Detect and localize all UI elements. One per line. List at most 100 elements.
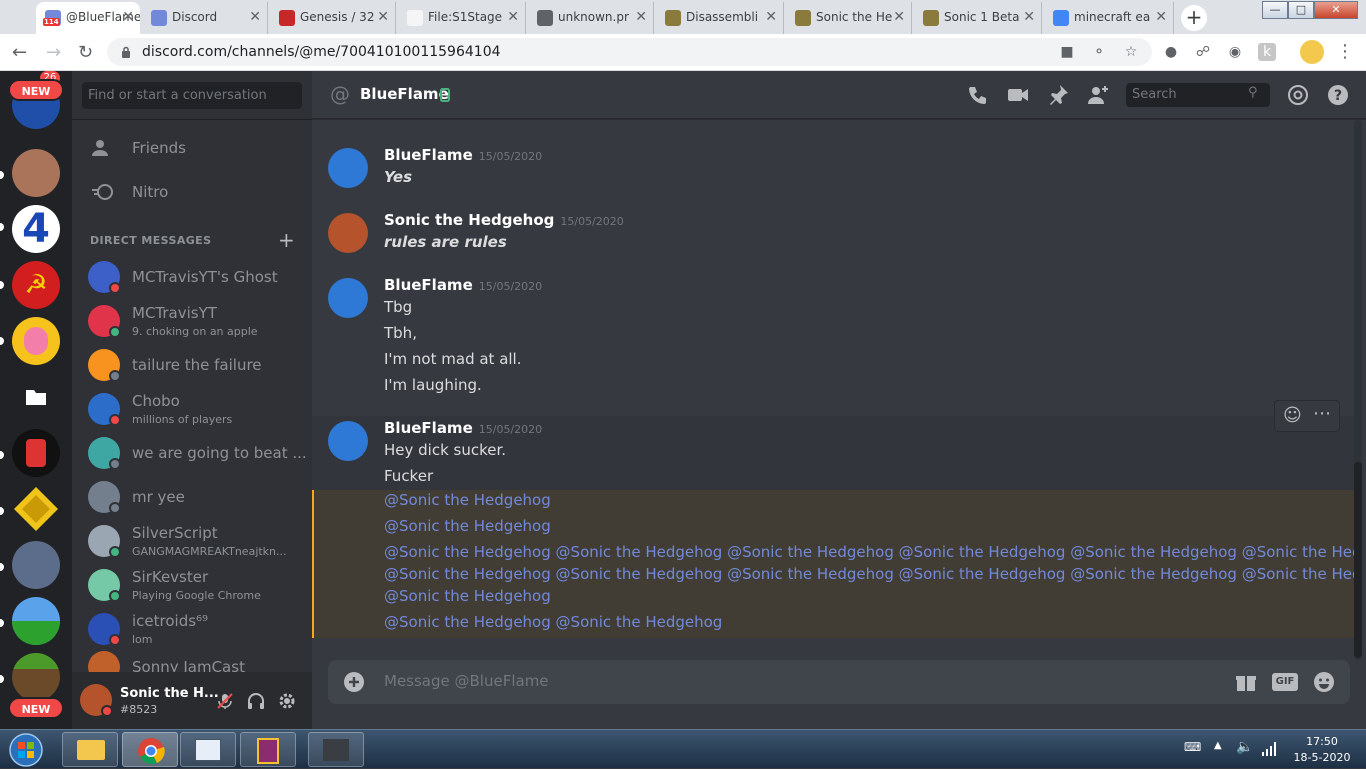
message-author[interactable]: BlueFlame 15/05/2020 [384,276,542,294]
tab-close-icon[interactable]: ✕ [765,2,777,32]
user-mention-link[interactable]: @Sonic the Hedgehog [727,543,894,561]
user-mention-link[interactable]: @Sonic the Hedgehog [556,565,723,583]
message-author[interactable]: BlueFlame 15/05/2020 [384,146,542,164]
dm-item[interactable]: MCTravisYT's Ghost [80,255,304,299]
gear-icon[interactable] [278,692,296,710]
key-icon[interactable]: ⚬ [1090,43,1108,61]
server-gem-icon[interactable] [12,485,60,533]
user-mention-link[interactable]: @Sonic the Hedgehog [1242,565,1354,583]
user-mention-link[interactable]: @Sonic the Hedgehog [1070,565,1237,583]
browser-tab[interactable]: Sonic 1 Beta ✕ [914,2,1042,34]
nitro-nav-item[interactable]: Nitro [80,171,304,213]
back-arrow-icon[interactable]: ← [12,42,27,63]
browser-tab[interactable]: Discord ✕ [142,2,268,34]
tab-close-icon[interactable]: ✕ [635,2,647,32]
dm-item[interactable]: we are going to beat ... [80,431,307,475]
user-mention-link[interactable]: @Sonic the Hedgehog [899,565,1066,583]
upload-plus-icon[interactable] [344,672,364,692]
voice-call-icon[interactable] [966,83,990,107]
user-mention-link[interactable]: @Sonic the Hedgehog [384,517,551,535]
bookmark-star-icon[interactable]: ☆ [1122,43,1140,61]
help-icon[interactable]: ? [1326,83,1350,107]
address-bar[interactable]: discord.com/channels/@me/700410100115964… [107,38,1152,66]
browser-tab[interactable]: Disassembli ✕ [656,2,784,34]
server-hammer-sickle-icon[interactable]: ☭ [12,261,60,309]
network-signal-icon[interactable] [1262,742,1276,756]
new-unreads-badge-bottom[interactable]: NEW [8,697,64,719]
browser-tab[interactable]: Genesis / 32 ✕ [270,2,396,34]
dm-item[interactable]: SilverScript GANGMAGMREAKTneajtkn... [80,519,304,563]
avatar[interactable] [328,148,368,188]
gif-picker-button[interactable]: GIF [1272,673,1298,691]
dm-item[interactable]: SirKevster Playing Google Chrome [80,563,304,607]
show-hidden-icons-icon[interactable]: ▲ [1214,740,1222,751]
user-mention-link[interactable]: @Sonic the Hedgehog [556,613,723,631]
reload-icon[interactable]: ↻ [78,42,93,63]
browser-tab[interactable]: minecraft ea ✕ [1044,2,1174,34]
extension-discord-icon[interactable]: ● [1162,43,1180,61]
tab-close-icon[interactable]: ✕ [377,2,389,32]
profile-avatar-icon[interactable] [1300,40,1324,64]
server-pink-blob-icon[interactable] [12,317,60,365]
taskbar-chrome-button[interactable] [122,732,178,767]
user-mention-link[interactable]: @Sonic the Hedgehog [384,565,551,583]
user-mention-link[interactable]: @Sonic the Hedgehog [384,587,551,605]
emoji-picker-icon[interactable] [1313,671,1335,693]
gift-icon[interactable] [1235,671,1257,693]
start-button[interactable] [4,731,48,769]
tab-close-icon[interactable]: ✕ [507,2,519,32]
dm-item[interactable]: MCTravisYT 9. choking on an apple [80,299,304,343]
taskbar-paint-button[interactable] [180,732,236,767]
server-mario-icon[interactable] [12,429,60,477]
tab-close-icon[interactable]: ✕ [1023,2,1035,32]
server-mario-hill-icon[interactable] [12,597,60,645]
user-mention-link[interactable]: @Sonic the Hedgehog [556,543,723,561]
user-mention-link[interactable]: @Sonic the Hedgehog [1070,543,1237,561]
avatar[interactable] [328,278,368,318]
mentions-icon[interactable] [1286,83,1310,107]
browser-tab[interactable]: 114 @BlueFlame ✕ [36,2,140,34]
dm-item[interactable]: Chobo millions of players [80,387,304,431]
taskbar-winrar-button[interactable] [240,732,296,767]
avatar[interactable] [328,421,368,461]
browser-menu-icon[interactable]: ⋮ [1336,43,1354,61]
forward-arrow-icon[interactable]: → [46,42,61,63]
browser-tab[interactable]: Sonic the He ✕ [786,2,912,34]
video-call-icon[interactable] [1006,83,1030,107]
taskbar-app-button[interactable] [308,732,364,767]
server-four-icon[interactable]: 4 [12,205,60,253]
server-sonic-logo-icon[interactable] [12,541,60,589]
volume-icon[interactable]: 🔈 [1236,739,1253,755]
dm-item[interactable]: mr yee [80,475,304,519]
user-mention-link[interactable]: @Sonic the Hedgehog [384,543,551,561]
scrollbar-thumb[interactable] [1354,462,1362,658]
server-folder-icon[interactable] [12,373,60,421]
extension-square-icon[interactable]: k [1258,43,1276,61]
mute-microphone-icon[interactable] [216,692,234,710]
message-input[interactable]: Message @BlueFlame [384,672,549,690]
new-tab-button[interactable]: + [1181,5,1207,31]
add-reaction-icon[interactable]: ☺ [1283,405,1302,426]
minimize-window-button[interactable]: — [1262,1,1288,19]
find-conversation-input[interactable]: Find or start a conversation [82,82,302,109]
server-minecraft-icon[interactable] [12,653,60,701]
extension-circle-icon[interactable]: ◉ [1226,43,1244,61]
new-unreads-badge[interactable]: NEW [8,79,64,101]
dm-item[interactable]: tailure the failure [80,343,304,387]
maximize-window-button[interactable]: □ [1288,1,1314,19]
close-window-button[interactable]: ✕ [1314,1,1358,19]
camera-blocked-icon[interactable]: ■ [1058,43,1076,61]
taskbar-clock[interactable]: 17:50 18-5-2020 [1290,734,1354,766]
tab-close-icon[interactable]: ✕ [122,2,134,32]
user-mention-link[interactable]: @Sonic the Hedgehog [727,565,894,583]
browser-tab[interactable]: File:S1Stage ✕ [398,2,526,34]
user-mention-link[interactable]: @Sonic the Hedgehog [384,491,551,509]
keyboard-icon[interactable]: ⌨ [1184,740,1201,754]
browser-tab[interactable]: unknown.pr ✕ [528,2,654,34]
more-options-icon[interactable]: ⋯ [1313,403,1331,424]
headphones-icon[interactable] [247,692,265,710]
friends-nav-item[interactable]: Friends [80,127,304,169]
user-mention-link[interactable]: @Sonic the Hedgehog [384,613,551,631]
tab-close-icon[interactable]: ✕ [1155,2,1167,32]
add-friend-to-dm-icon[interactable] [1086,83,1110,107]
